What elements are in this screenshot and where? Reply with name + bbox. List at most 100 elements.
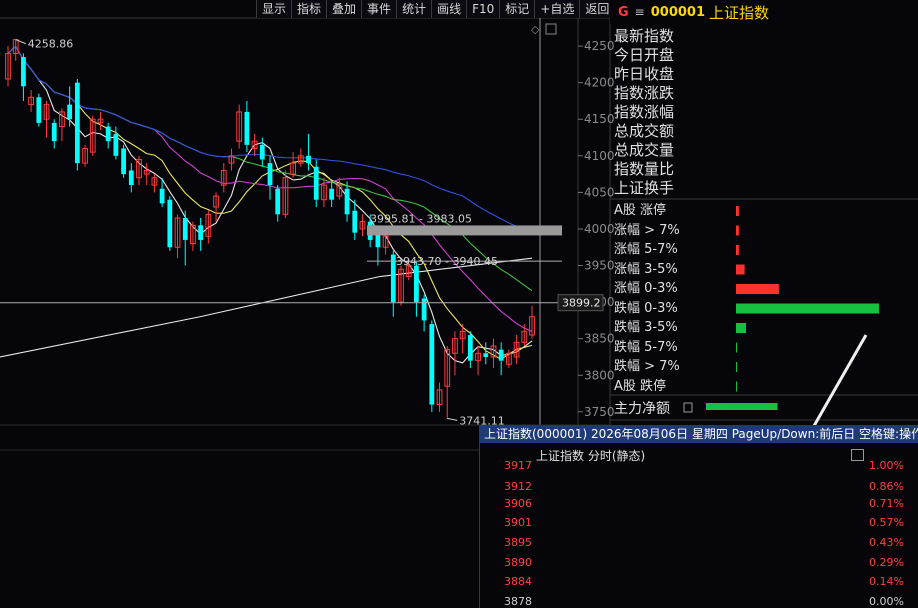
stat-change: 指数涨跌 — [614, 84, 675, 102]
candle-body — [182, 217, 188, 240]
intraday-popup[interactable]: 上证指数(000001) 2026年08月06日 星期四 PageUp/Down… — [479, 425, 918, 608]
stock-name: 上证指数 — [709, 3, 770, 22]
ytick-label: 3950 — [584, 259, 615, 273]
candle-body — [421, 298, 427, 321]
menu-icon[interactable]: ≡ — [635, 5, 645, 19]
g-marker: G — [618, 4, 629, 20]
popup-title: 上证指数(000001) 2026年08月06日 星期四 PageUp/Down… — [480, 425, 918, 443]
breakdown-row: A股 涨停 — [614, 203, 667, 218]
stat-turnover-amount: 总成交额 — [614, 122, 675, 140]
toolbar: 显示 指标 叠加 事件 统计 画线 F10 标记 +自选 返回 — [256, 0, 615, 18]
breakdown-row: 跌幅 0-3% — [614, 300, 678, 316]
candle-body — [244, 111, 250, 145]
candle-body — [267, 163, 273, 186]
candle-body — [21, 57, 26, 87]
left-tick: 3901 — [504, 516, 532, 529]
candle-body — [483, 353, 489, 357]
left-tick: 3912 — [504, 480, 532, 493]
left-tick: 3890 — [504, 556, 532, 569]
candle-body — [113, 133, 119, 156]
ma10-line — [7, 45, 533, 360]
breakdown-row: 跌幅 > 7% — [614, 359, 680, 374]
ma60-line — [7, 45, 533, 234]
ytick-label: 4150 — [584, 112, 615, 126]
tb-overlay-button[interactable]: 叠加 — [326, 0, 361, 18]
breakdown-bar — [736, 264, 745, 275]
breakdown-row: 涨幅 > 7% — [614, 222, 680, 238]
candle-body — [159, 188, 165, 204]
breakdown-row: 涨幅 3-5% — [614, 261, 678, 277]
tb-draw-button[interactable]: 画线 — [431, 0, 466, 18]
candle-body — [313, 166, 319, 200]
stat-change-pct: 指数涨幅 — [614, 103, 675, 121]
left-tick: 3878 — [504, 595, 532, 608]
right-tick: 1.00% — [869, 459, 904, 472]
left-tick: 3884 — [504, 575, 532, 588]
moving-average-lines — [0, 45, 533, 364]
tb-indicator-button[interactable]: 指标 — [291, 0, 326, 18]
breakdown-row: 涨幅 5-7% — [614, 242, 678, 257]
popup-subtitle: 上证指数 分时(静态) — [536, 449, 646, 463]
ytick-label: 4050 — [584, 185, 615, 199]
stat-open: 今日开盘 — [614, 46, 675, 64]
right-tick: 0.43% — [869, 536, 904, 549]
candle-body — [167, 199, 173, 248]
right-tick: 0.71% — [869, 497, 904, 510]
ytick-label: 4000 — [584, 222, 615, 236]
ytick-label: 4250 — [584, 39, 615, 53]
tb-events-button[interactable]: 事件 — [361, 0, 396, 18]
candle-body — [344, 188, 350, 215]
candle-body — [51, 122, 57, 142]
candle-body — [352, 210, 358, 233]
left-tick: 3906 — [504, 497, 532, 510]
right-tick: 0.14% — [869, 575, 904, 588]
breakdown-bar — [736, 303, 879, 314]
gap-band — [367, 225, 562, 236]
candle-body — [390, 254, 396, 303]
tb-add-watch-button[interactable]: +自选 — [534, 0, 579, 18]
breakdown-bar — [736, 206, 739, 216]
tb-display-button[interactable]: 显示 — [256, 0, 291, 18]
breakdown-bar — [736, 225, 739, 236]
candle-body — [467, 335, 473, 361]
candle-body — [498, 349, 504, 361]
range2-label: 3943.70 - 3940.45 — [396, 255, 498, 268]
left-tick: 3917 — [504, 459, 532, 472]
candle-body — [74, 82, 80, 164]
stat-volume: 总成交量 — [614, 141, 675, 159]
breakdown-bar — [736, 284, 779, 294]
right-tick: 0.86% — [869, 480, 904, 493]
main-net-amount-text: 主力净额 — [614, 401, 670, 417]
chart-settings-icon[interactable] — [545, 23, 557, 35]
left-tick: 3895 — [504, 536, 532, 549]
candle-body — [306, 155, 311, 164]
high-marker — [15, 39, 26, 45]
tb-stats-button[interactable]: 统计 — [396, 0, 431, 18]
breakdown-row: 跌幅 3-5% — [614, 320, 678, 335]
stock-code: 000001 — [650, 4, 706, 20]
ytick-label: 4200 — [584, 76, 615, 90]
zhuli-bar — [706, 403, 778, 410]
candle-body — [105, 126, 111, 142]
candle-body — [259, 144, 265, 160]
breakdown-bars — [683, 206, 879, 413]
right-tick: 0.00% — [869, 595, 904, 608]
main-net-amount-label: 主力净额 — [614, 398, 670, 418]
doc-icon[interactable] — [683, 402, 693, 413]
breakdown-row: 跌幅 5-7% — [614, 339, 678, 355]
candle-body — [36, 97, 42, 123]
stats-panel: 最新指数 今日开盘 昨日收盘 指数涨跌 指数涨幅 总成交额 总成交量 指数量比 … — [614, 27, 674, 198]
tb-mark-button[interactable]: 标记 — [499, 0, 534, 18]
candle-body — [275, 188, 281, 215]
ytick-label: 3800 — [584, 368, 615, 382]
stat-prev-close: 昨日收盘 — [614, 65, 675, 83]
breakdown-bar — [736, 342, 737, 353]
tb-f10-button[interactable]: F10 — [466, 0, 499, 18]
popup-settings-icon[interactable] — [851, 449, 864, 461]
diamond-icon[interactable]: ◇ — [531, 23, 540, 36]
breakdown-bar — [736, 245, 739, 255]
stat-turnover-rate: 上证换手 — [614, 179, 675, 197]
candle-body — [67, 104, 73, 120]
high-label: 4258.86 — [28, 38, 74, 51]
stock-header: G ≡ 000001 上证指数 — [610, 0, 918, 24]
